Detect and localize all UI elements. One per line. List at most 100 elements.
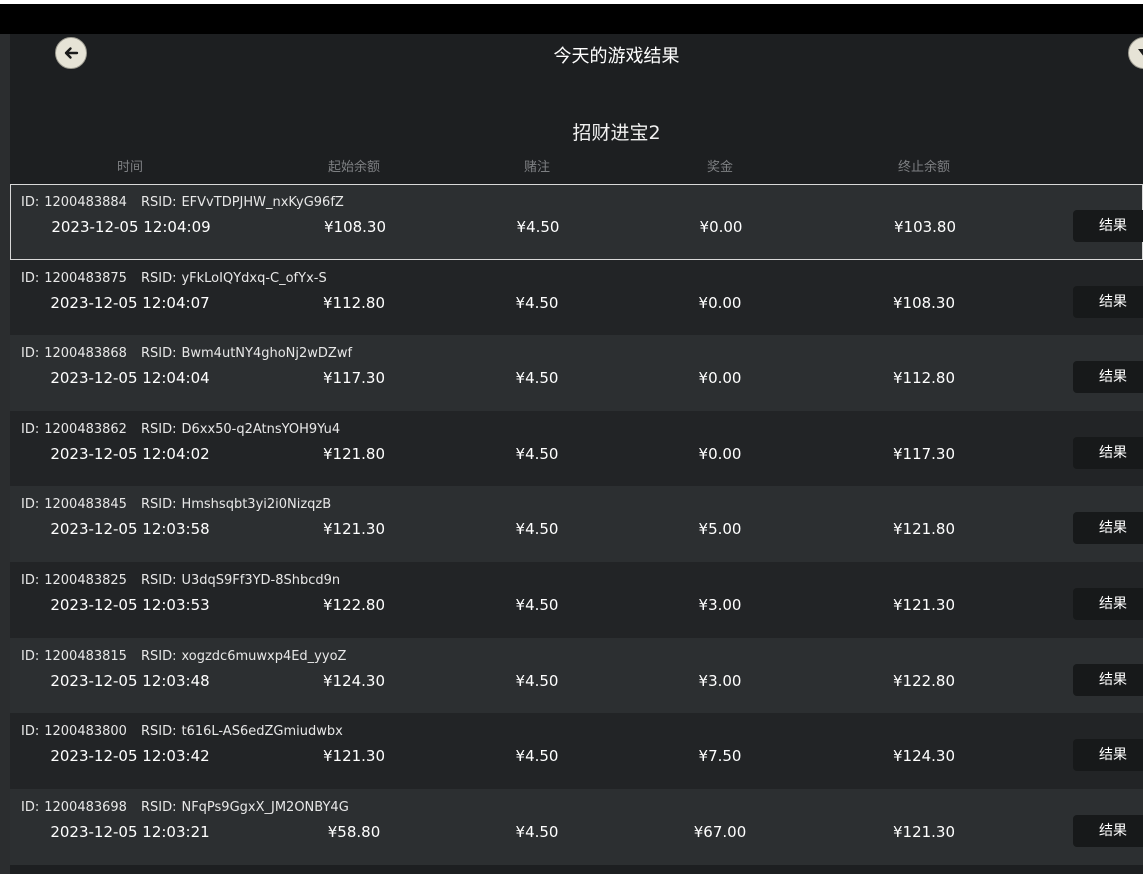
id-label: ID:	[21, 724, 40, 740]
column-header-time: 时间	[116, 160, 144, 175]
row-time: 2023-12-05 12:03:53	[50, 596, 210, 614]
result-row[interactable]: ID: 1200483884 RSID: EFVvTDPJHW_nxKyG96fZ 2…	[10, 184, 1143, 260]
rsid-label: RSID:	[140, 724, 177, 740]
result-button[interactable]: 结果	[1073, 361, 1143, 394]
result-button[interactable]: 结果	[1073, 436, 1143, 469]
row-end-balance: ¥124.30	[892, 747, 956, 766]
result-row[interactable]: ID: 1200483815 RSID: xogzdc6muwxp4Ed_yyoZ 2…	[10, 637, 1143, 714]
rsid-label: RSID:	[140, 497, 177, 513]
game-id: 1200483698	[44, 799, 127, 815]
row-ids: ID: 1200483845 RSID: Hmshsqbt3yi2i0NizqzB	[21, 497, 331, 512]
row-prize: ¥7.50	[698, 747, 742, 766]
row-ids: ID: 1200483862 RSID: D6xx50-q2AtnsYOH9Yu4	[21, 422, 340, 437]
result-row[interactable]: ID: 1200483698 RSID: NFqPs9GgxX_JM2ONBY4G 2…	[10, 788, 1143, 865]
row-end-balance: ¥117.30	[892, 444, 956, 463]
rsid-label: RSID:	[140, 799, 177, 815]
result-row[interactable]: ID: 1200483800 RSID: t616L-AS6edZGmiudwbx 2…	[10, 713, 1143, 790]
rsid-value: Bwm4utNY4ghoNj2wDZwf	[181, 346, 353, 362]
row-time: 2023-12-05 12:03:42	[50, 747, 210, 766]
row-ids: ID: 1200483868 RSID: Bwm4utNY4ghoNj2wDZwf	[21, 346, 352, 361]
id-label: ID:	[21, 421, 40, 437]
id-label: ID:	[21, 270, 40, 286]
row-bet: ¥4.50	[516, 218, 560, 236]
game-id: 1200483845	[44, 497, 127, 513]
result-row[interactable]: ID: 1200483825 RSID: U3dqS9Ff3YD-8Shbcd9n 2…	[10, 562, 1143, 638]
game-id: 1200483825	[44, 573, 127, 588]
rsid-label: RSID:	[140, 421, 177, 437]
row-ids: ID: 1200483815 RSID: xogzdc6muwxp4Ed_yyoZ	[21, 649, 346, 664]
column-header-start-balance: 起始余额	[327, 160, 381, 175]
rsid-value: U3dqS9Ff3YD-8Shbcd9n	[181, 573, 341, 588]
result-button[interactable]: 结果	[1073, 814, 1143, 847]
game-id: 1200483884	[44, 195, 127, 210]
rsid-value: NFqPs9GgxX_JM2ONBY4G	[181, 799, 349, 815]
left-edge	[0, 34, 10, 874]
row-time: 2023-12-05 12:04:09	[51, 218, 211, 236]
rsid-value: D6xx50-q2AtnsYOH9Yu4	[181, 421, 341, 437]
row-start-balance: ¥58.80	[327, 822, 381, 841]
rsid-value: xogzdc6muwxp4Ed_yyoZ	[181, 648, 347, 664]
result-button[interactable]: 结果	[1073, 588, 1143, 620]
column-header-prize: 奖金	[706, 160, 734, 175]
row-start-balance: ¥112.80	[322, 293, 386, 312]
row-bet: ¥4.50	[515, 520, 559, 539]
row-start-balance: ¥121.80	[322, 444, 386, 463]
result-row[interactable]: ID: 1200483868 RSID: Bwm4utNY4ghoNj2wDZwf 2…	[10, 335, 1143, 412]
row-prize: ¥0.00	[698, 293, 742, 312]
result-button[interactable]: 结果	[1073, 210, 1143, 242]
id-label: ID:	[21, 497, 40, 513]
row-bet: ¥4.50	[515, 293, 559, 312]
top-bar	[0, 4, 1143, 34]
row-end-balance: ¥121.80	[892, 520, 956, 539]
result-button[interactable]: 结果	[1073, 739, 1143, 772]
rsid-value: Hmshsqbt3yi2i0NizqzB	[181, 497, 332, 513]
column-header-bet: 赌注	[523, 160, 551, 175]
row-time: 2023-12-05 12:03:48	[50, 671, 210, 690]
id-label: ID:	[21, 573, 40, 588]
rsid-value: yFkLoIQYdxq-C_ofYx-S	[181, 270, 327, 286]
row-end-balance: ¥108.30	[892, 293, 956, 312]
row-start-balance: ¥117.30	[322, 369, 386, 388]
row-time: 2023-12-05 12:04:07	[50, 293, 210, 312]
row-bet: ¥4.50	[515, 671, 559, 690]
row-end-balance: ¥103.80	[893, 218, 957, 236]
rsid-label: RSID:	[140, 270, 177, 286]
game-id: 1200483815	[44, 648, 127, 664]
game-id: 1200483862	[44, 421, 127, 437]
row-bet: ¥4.50	[515, 822, 559, 841]
row-bet: ¥4.50	[515, 369, 559, 388]
rsid-value: t616L-AS6edZGmiudwbx	[181, 724, 343, 740]
game-id: 1200483800	[44, 724, 127, 740]
row-ids: ID: 1200483875 RSID: yFkLoIQYdxq-C_ofYx-S	[21, 271, 327, 286]
rsid-label: RSID:	[140, 195, 177, 210]
row-time: 2023-12-05 12:03:21	[50, 822, 210, 841]
row-end-balance: ¥121.30	[892, 596, 956, 614]
result-button[interactable]: 结果	[1073, 285, 1143, 318]
row-prize: ¥0.00	[698, 369, 742, 388]
result-row[interactable]: ID: 1200483875 RSID: yFkLoIQYdxq-C_ofYx-S 2…	[10, 259, 1143, 336]
row-start-balance: ¥121.30	[322, 747, 386, 766]
rsid-label: RSID:	[140, 573, 177, 588]
row-bet: ¥4.50	[515, 747, 559, 766]
result-row[interactable]: ID: 1200483845 RSID: Hmshsqbt3yi2i0NizqzB 2…	[10, 486, 1143, 563]
row-ids: ID: 1200483825 RSID: U3dqS9Ff3YD-8Shbcd9n	[21, 573, 340, 588]
result-row[interactable]: ID: 1200483862 RSID: D6xx50-q2AtnsYOH9Yu4 2…	[10, 410, 1143, 487]
result-button[interactable]: 结果	[1073, 512, 1143, 545]
row-prize: ¥3.00	[698, 596, 742, 614]
chevron-down-icon	[1138, 49, 1143, 56]
row-bet: ¥4.50	[515, 444, 559, 463]
game-id: 1200483868	[44, 346, 127, 362]
row-ids: ID: 1200483800 RSID: t616L-AS6edZGmiudwbx	[21, 724, 343, 739]
result-button[interactable]: 结果	[1073, 663, 1143, 696]
row-prize: ¥0.00	[698, 444, 742, 463]
game-id: 1200483875	[44, 270, 127, 286]
id-label: ID:	[21, 799, 40, 815]
column-header-end-balance: 终止余额	[897, 160, 951, 175]
row-prize: ¥0.00	[699, 218, 743, 236]
id-label: ID:	[21, 648, 40, 664]
row-end-balance: ¥121.30	[892, 822, 956, 841]
row-end-balance: ¥112.80	[892, 369, 956, 388]
row-prize: ¥67.00	[693, 822, 747, 841]
row-prize: ¥3.00	[698, 671, 742, 690]
row-start-balance: ¥124.30	[322, 671, 386, 690]
